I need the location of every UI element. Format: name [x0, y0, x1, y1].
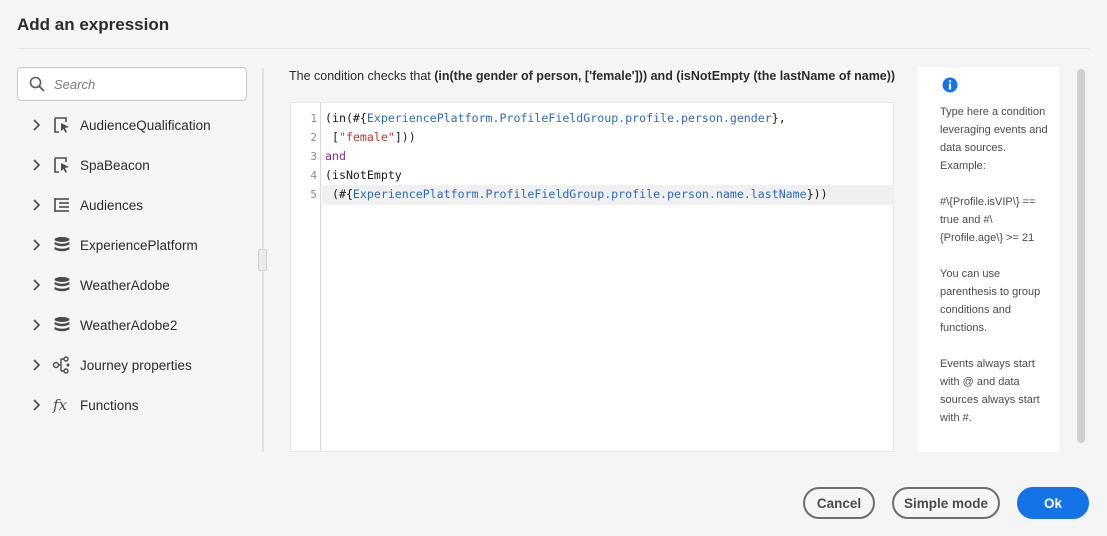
- chevron-right-icon[interactable]: [30, 279, 42, 291]
- database-icon: [50, 235, 74, 255]
- sidebar-item-label: AudienceQualification: [80, 117, 211, 133]
- search-icon: [29, 76, 45, 92]
- sidebar-item-label: SpaBeacon: [80, 157, 150, 173]
- code-line-4[interactable]: (isNotEmpty: [325, 168, 402, 182]
- code-string: "female": [338, 130, 395, 144]
- code-field: ExperiencePlatform.ProfileFieldGroup.pro…: [352, 187, 807, 201]
- condition-prefix: The condition checks that: [289, 69, 435, 83]
- code-keyword: and: [325, 149, 346, 163]
- sidebar-item-label: ExperiencePlatform: [80, 237, 198, 253]
- line-number: 3: [310, 150, 317, 163]
- cancel-button[interactable]: Cancel: [803, 487, 875, 519]
- line-number: 2: [310, 131, 317, 144]
- sidebar-item-weatheradobe[interactable]: WeatherAdobe: [26, 265, 251, 305]
- svg-text:fx: fx: [52, 396, 68, 414]
- code-field: ExperiencePlatform.ProfileFieldGroup.pro…: [366, 111, 772, 125]
- info-icon: [942, 77, 958, 93]
- split-handle[interactable]: [258, 249, 267, 271]
- function-icon: fx: [50, 395, 74, 415]
- line-number-gutter: 1 2 3 4 5: [291, 103, 321, 451]
- scrollbar[interactable]: [1077, 69, 1085, 443]
- sidebar-item-audiencequalification[interactable]: AudienceQualification: [26, 105, 251, 145]
- ok-button[interactable]: Ok: [1017, 487, 1089, 519]
- code-token: })): [806, 187, 828, 201]
- sidebar-item-label: Audiences: [80, 197, 144, 213]
- code-line-3[interactable]: and: [325, 149, 346, 163]
- search-input[interactable]: [54, 74, 239, 94]
- code-line-1[interactable]: (in(#{ExperiencePlatform.ProfileFieldGro…: [325, 111, 786, 125]
- code-token: ])): [394, 130, 416, 144]
- sidebar-item-label: Journey properties: [80, 357, 192, 373]
- code-line-5[interactable]: (#{ExperiencePlatform.ProfileFieldGroup.…: [325, 187, 828, 201]
- list-icon: [50, 195, 74, 215]
- event-pointer-icon: [50, 115, 74, 135]
- sidebar-item-label: Functions: [80, 397, 139, 413]
- simple-mode-button[interactable]: Simple mode: [892, 487, 1000, 519]
- code-token: (#{: [325, 187, 353, 201]
- dialog-title: Add an expression: [17, 15, 170, 34]
- sidebar-item-spabeacon[interactable]: SpaBeacon: [26, 145, 251, 185]
- properties-icon: [50, 355, 74, 375]
- code-token: (in(#{: [325, 111, 367, 125]
- chevron-right-icon[interactable]: [30, 159, 42, 171]
- condition-expression: (in(the gender of person, ['female'])) a…: [434, 69, 896, 83]
- event-pointer-icon: [50, 155, 74, 175]
- chevron-right-icon[interactable]: [30, 399, 42, 411]
- sidebar-item-label: WeatherAdobe: [80, 277, 170, 293]
- chevron-right-icon[interactable]: [30, 359, 42, 371]
- sidebar-item-label: WeatherAdobe2: [80, 317, 178, 333]
- title-divider: [17, 48, 1089, 49]
- sidebar-item-functions[interactable]: fx Functions: [26, 385, 251, 425]
- chevron-right-icon[interactable]: [30, 119, 42, 131]
- sidebar-item-experienceplatform[interactable]: ExperiencePlatform: [26, 225, 251, 265]
- line-number: 5: [310, 188, 317, 201]
- sidebar-item-weatheradobe2[interactable]: WeatherAdobe2: [26, 305, 251, 345]
- condition-summary: The condition checks that (in(the gender…: [289, 69, 895, 83]
- line-number: 1: [310, 112, 317, 125]
- help-text: Type here a condition leveraging events …: [940, 106, 1048, 424]
- sidebar-item-audiences[interactable]: Audiences: [26, 185, 251, 225]
- code-token: },: [771, 111, 786, 125]
- help-panel: Type here a condition leveraging events …: [918, 67, 1059, 452]
- search-box[interactable]: [17, 67, 247, 101]
- line-number: 4: [310, 169, 317, 182]
- code-token: [: [325, 130, 339, 144]
- chevron-right-icon[interactable]: [30, 199, 42, 211]
- sidebar-item-journey-properties[interactable]: Journey properties: [26, 345, 251, 385]
- code-token: (isNotEmpty: [325, 168, 402, 182]
- chevron-right-icon[interactable]: [30, 319, 42, 331]
- expression-editor[interactable]: 1 2 3 4 5 (in(#{ExperiencePlatform.Profi…: [290, 102, 894, 452]
- database-icon: [50, 315, 74, 335]
- chevron-right-icon[interactable]: [30, 239, 42, 251]
- code-line-2[interactable]: ["female"])): [325, 130, 416, 144]
- database-icon: [50, 275, 74, 295]
